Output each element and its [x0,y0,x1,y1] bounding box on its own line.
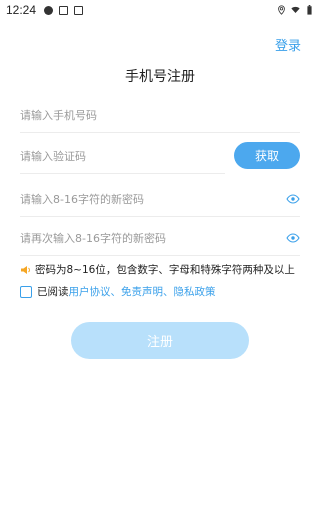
agreement-checkbox[interactable] [20,285,32,298]
notification-icons [44,5,84,15]
battery-icon [307,5,312,15]
password-input[interactable] [20,193,300,206]
notification-app-icon [44,5,54,15]
status-bar: 12:24 [0,0,320,20]
login-link[interactable]: 登录 [275,35,301,54]
password-hint-text: 密码为8~16位，包含数字、字母和特殊字符两种及以上 [35,264,295,276]
location-icon [278,5,285,15]
agreement-separator: 、 [110,286,122,298]
eye-icon[interactable] [286,194,300,204]
confirm-password-field [20,222,300,256]
register-button[interactable]: 注册 [71,322,249,359]
notification-square-icon [59,5,69,15]
phone-input[interactable] [20,109,300,122]
agreement-row: 已阅读 用户协议 、 免责声明 、 隐私政策 [20,284,216,299]
speaker-icon [21,265,30,274]
page-title: 手机号注册 [125,69,195,85]
confirm-password-input[interactable] [20,232,300,245]
wifi-icon [291,6,300,13]
agreement-prefix: 已阅读 [37,286,69,298]
password-field [20,183,300,217]
get-code-button[interactable]: 获取 [234,142,300,169]
system-icons [277,5,314,15]
phone-field [20,99,300,133]
eye-icon[interactable] [286,233,300,243]
status-time: 12:24 [6,3,37,17]
privacy-policy-link[interactable]: 隐私政策 [174,284,216,299]
notification-image-icon [74,5,84,15]
password-hint: 密码为8~16位，包含数字、字母和特殊字符两种及以上 [20,262,295,277]
code-field [20,140,225,174]
agreement-separator: 、 [163,286,174,298]
disclaimer-link[interactable]: 免责声明 [121,284,163,299]
user-agreement-link[interactable]: 用户协议 [69,284,111,299]
verification-code-input[interactable] [20,150,225,163]
